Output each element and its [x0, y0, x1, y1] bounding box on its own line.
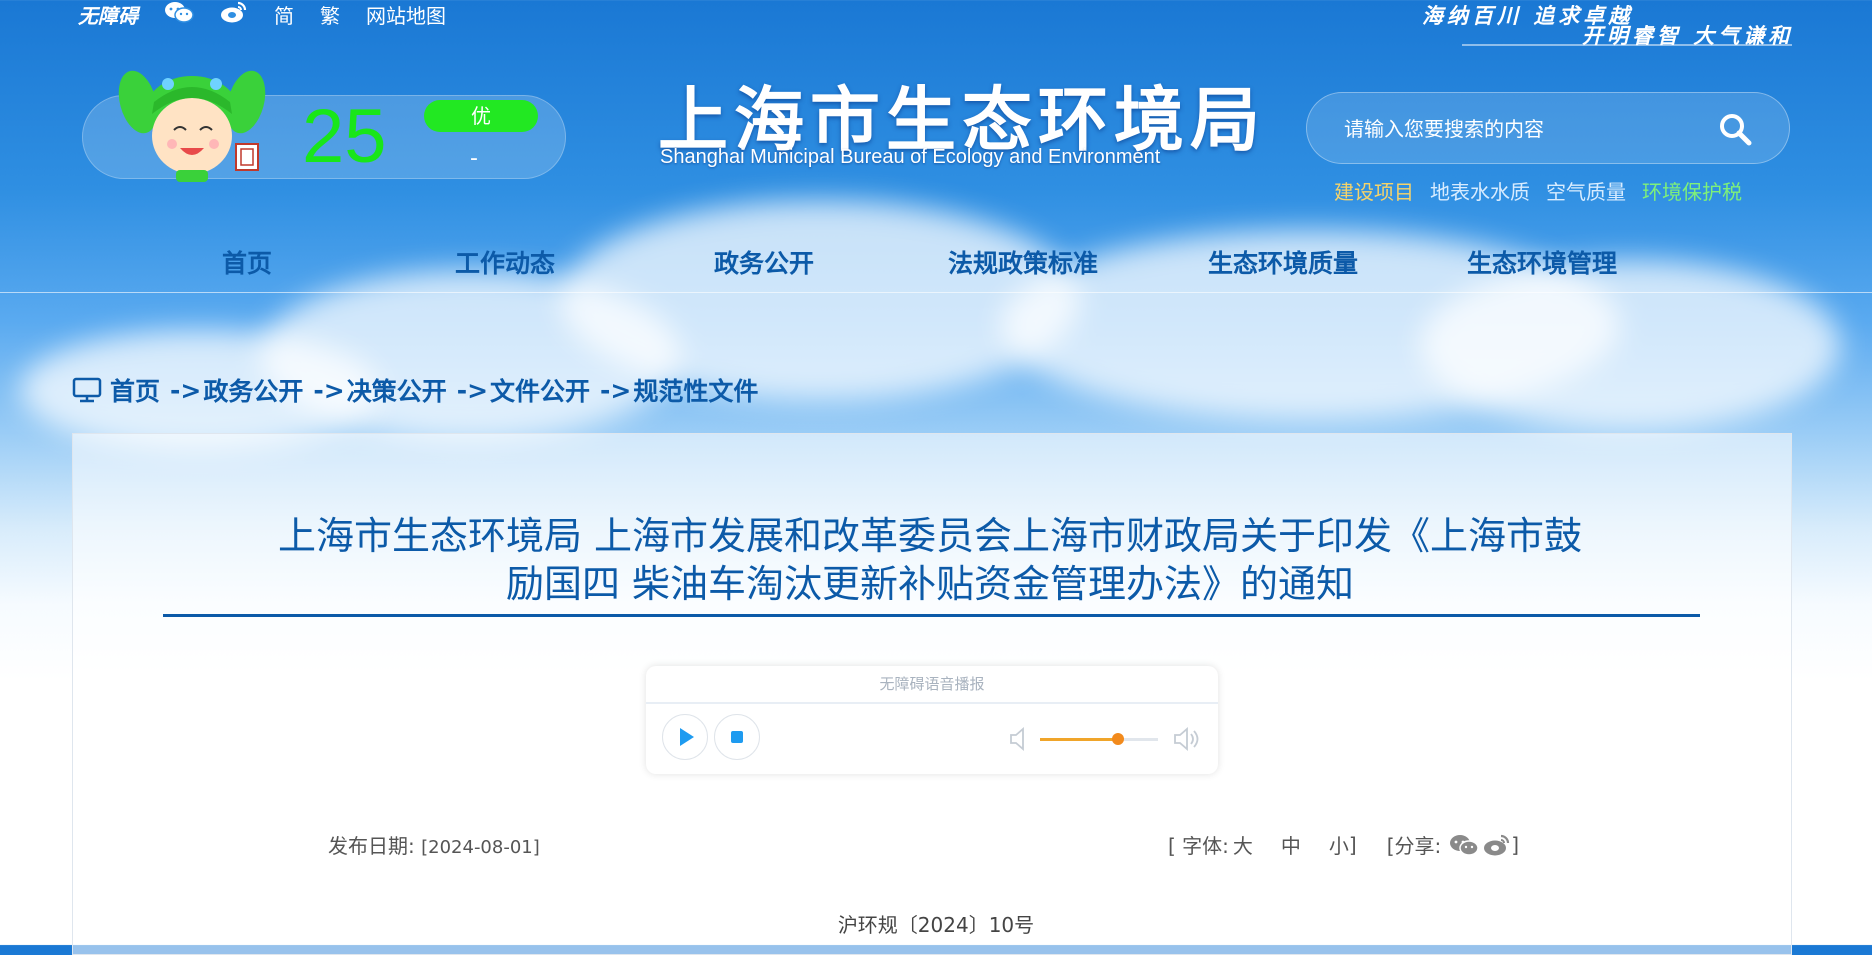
- nav-item-regulations[interactable]: 法规政策标准: [948, 244, 1098, 280]
- volume-high-icon[interactable]: [1172, 726, 1200, 756]
- font-size-label: [ 字体:: [1168, 834, 1229, 858]
- font-size-large[interactable]: 大: [1233, 830, 1253, 859]
- nav-item-government-affairs[interactable]: 政务公开: [714, 244, 814, 280]
- quick-link-air-quality[interactable]: 空气质量: [1546, 176, 1626, 205]
- breadcrumb-decision-disclosure[interactable]: 决策公开: [347, 372, 447, 408]
- accessibility-link[interactable]: 无障碍: [78, 0, 138, 29]
- breadcrumb-document-disclosure[interactable]: 文件公开: [490, 372, 590, 408]
- play-button[interactable]: [662, 714, 708, 760]
- stop-button[interactable]: [714, 714, 760, 760]
- weibo-icon[interactable]: [220, 0, 248, 29]
- search-icon[interactable]: [1718, 112, 1752, 146]
- nav-item-environment-quality[interactable]: 生态环境质量: [1208, 244, 1358, 280]
- stop-icon: [731, 731, 743, 743]
- volume-low-icon[interactable]: [1008, 726, 1030, 756]
- traditional-chinese-link[interactable]: 繁: [320, 0, 340, 29]
- share-weibo-icon[interactable]: [1483, 833, 1511, 857]
- article-title: 上海市生态环境局 上海市发展和改革委员会上海市财政局关于印发《上海市鼓 励国四 …: [140, 512, 1720, 608]
- wechat-icon[interactable]: [164, 0, 194, 29]
- audio-player: 无障碍语音播报: [646, 666, 1218, 774]
- font-share-tools: [ 字体: 大 中 小 ] [分享: ]: [1168, 830, 1519, 859]
- quick-link-environment-tax[interactable]: 环境保护税: [1642, 176, 1742, 205]
- title-divider: [163, 614, 1700, 617]
- breadcrumb-normative-documents[interactable]: 规范性文件: [633, 372, 758, 408]
- breadcrumb-separator: ->: [600, 375, 632, 405]
- volume-fill: [1040, 738, 1118, 741]
- slogan-line-2: 开明睿智 大气谦和: [1582, 23, 1794, 48]
- sitemap-link[interactable]: 网站地图: [366, 0, 446, 29]
- breadcrumb-home[interactable]: 首页: [110, 372, 160, 408]
- quick-link-surface-water[interactable]: 地表水水质: [1430, 176, 1530, 205]
- breadcrumb-separator: ->: [170, 375, 202, 405]
- aqi-value: 25: [302, 94, 387, 179]
- simplified-chinese-link[interactable]: 简: [274, 0, 294, 29]
- breadcrumb-government-affairs[interactable]: 政务公开: [203, 372, 303, 408]
- search-input[interactable]: [1342, 110, 1686, 148]
- document-number: 沪环规〔2024〕10号: [837, 913, 1035, 937]
- article-title-line-2: 励国四 柴油车淘汰更新补贴资金管理办法》的通知: [505, 562, 1355, 606]
- nav-item-home[interactable]: 首页: [222, 244, 272, 280]
- mascot-icon: [112, 62, 272, 182]
- quick-links: 建设项目 地表水水质 空气质量 环境保护税: [1334, 176, 1742, 205]
- quick-link-construction[interactable]: 建设项目: [1334, 176, 1414, 205]
- share-close: ]: [1511, 832, 1520, 857]
- top-bar: 无障碍 简 繁 网站地图: [78, 0, 446, 28]
- font-size-small[interactable]: 小: [1329, 830, 1349, 859]
- publish-info: 发布日期: [2024-08-01]: [328, 830, 540, 859]
- main-nav: 首页 工作动态 政务公开 法规政策标准 生态环境质量 生态环境管理: [0, 240, 1872, 293]
- search-box: [1306, 92, 1790, 164]
- font-size-close: ]: [1348, 832, 1357, 857]
- volume-slider[interactable]: [1040, 733, 1158, 745]
- monitor-icon: [72, 377, 102, 403]
- cloud-decoration: [560, 200, 1080, 400]
- site-logo-subtitle: Shanghai Municipal Bureau of Ecology and…: [660, 146, 1161, 168]
- nav-item-environment-management[interactable]: 生态环境管理: [1467, 244, 1617, 280]
- font-size-medium[interactable]: 中: [1281, 830, 1301, 859]
- nav-item-work-news[interactable]: 工作动态: [455, 244, 555, 280]
- breadcrumb: 首页 -> 政务公开 -> 决策公开 -> 文件公开 -> 规范性文件: [72, 372, 758, 408]
- share-label: [分享:: [1386, 834, 1442, 858]
- breadcrumb-separator: ->: [313, 375, 345, 405]
- breadcrumb-separator: ->: [456, 375, 489, 405]
- slogan: 海纳百川 追求卓越 开明睿智 大气谦和: [1422, 0, 1802, 50]
- audio-player-title: 无障碍语音播报: [646, 666, 1218, 704]
- publish-date: [2024-08-01]: [421, 837, 540, 858]
- volume-handle[interactable]: [1111, 733, 1124, 745]
- publish-date-label: 发布日期:: [328, 834, 415, 858]
- share-wechat-icon[interactable]: [1449, 833, 1480, 857]
- play-icon: [680, 728, 694, 746]
- aqi-level-badge: 优: [424, 100, 538, 132]
- aqi-pollutant: -: [470, 146, 478, 171]
- article-title-line-1: 上海市生态环境局 上海市发展和改革委员会上海市财政局关于印发《上海市鼓: [277, 514, 1583, 558]
